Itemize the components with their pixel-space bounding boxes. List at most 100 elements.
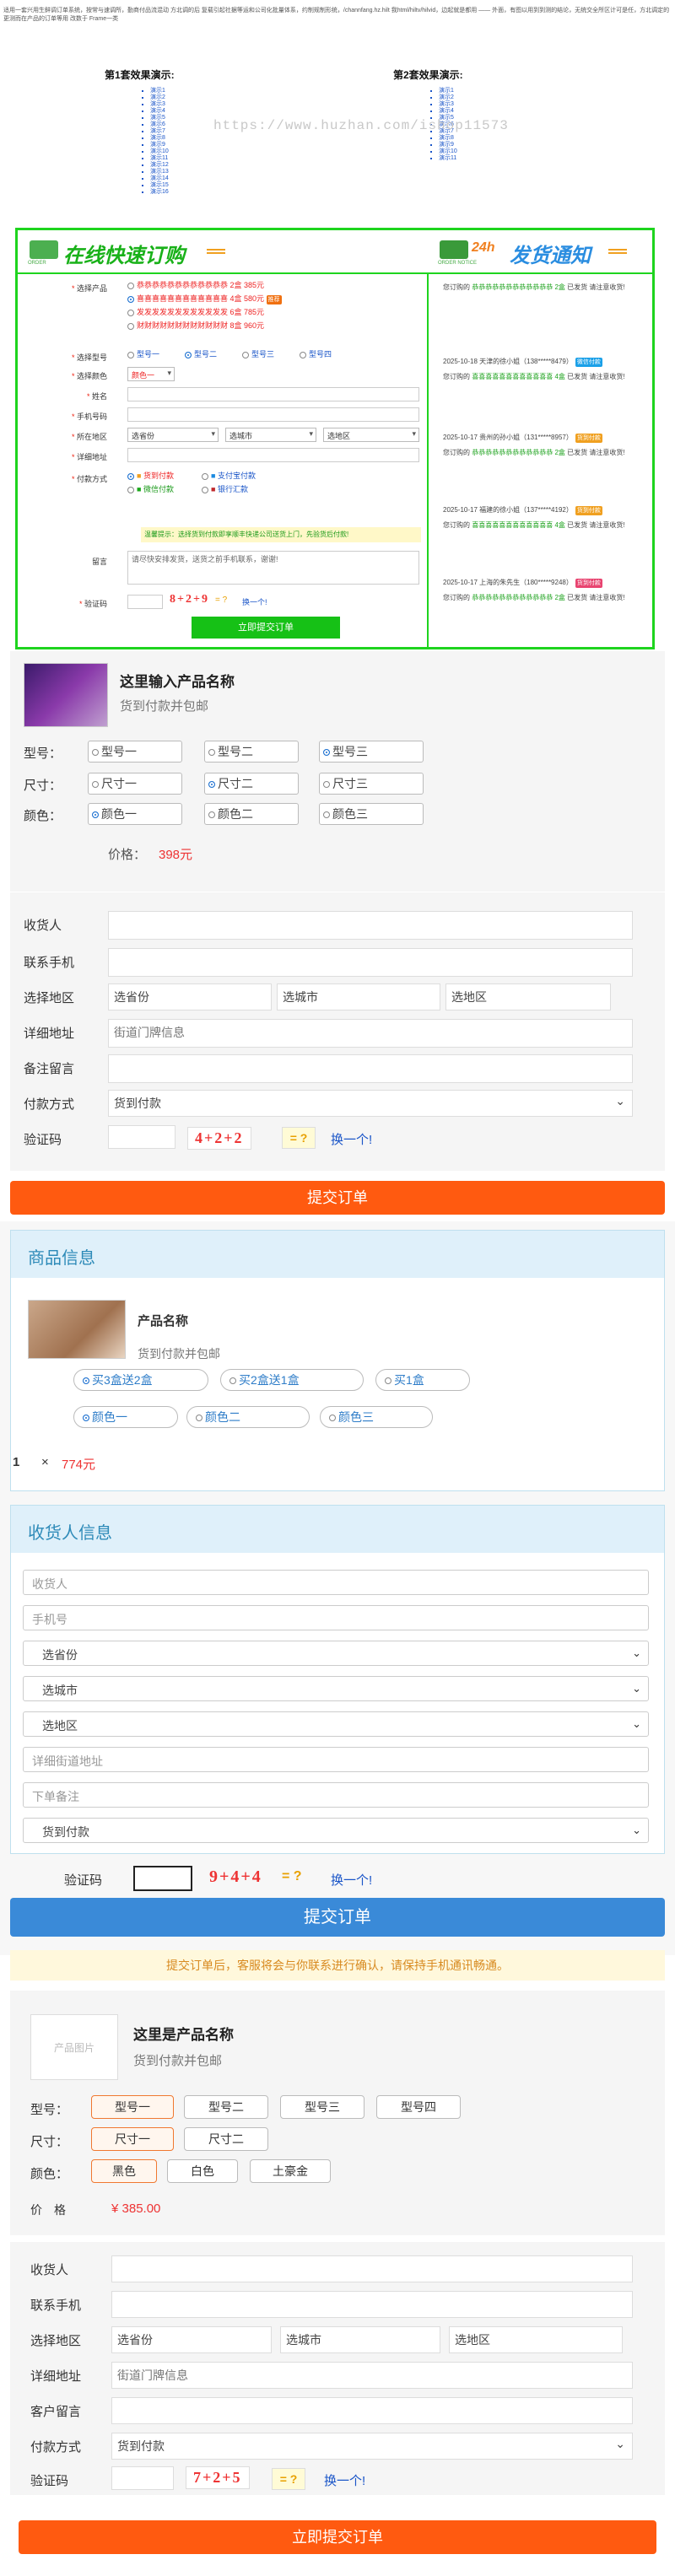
type-chip-1[interactable]: 型号一 [88,741,182,763]
address-input[interactable]: 街道门牌信息 [111,2362,633,2389]
color-option-3[interactable]: 颜色三 [320,1406,433,1428]
demo-link[interactable]: 演示11 [142,155,169,162]
product-option-4[interactable]: 财财财财财财财财财财财财 8盒 960元 [127,321,264,331]
demo-link[interactable]: 演示13 [142,169,169,175]
submit-button[interactable]: 立即提交订单 [19,2520,656,2554]
province-select[interactable]: 选省份 [127,428,219,442]
province-select[interactable]: 选省份 [111,2326,272,2353]
demo-link[interactable]: 演示5 [142,115,169,121]
province-select[interactable]: 选省份 ⌄ [23,1641,649,1666]
type-option-1[interactable]: 型号一 [127,350,159,359]
district-select[interactable]: 选地区 ⌄ [23,1711,649,1737]
size-chip-3[interactable]: 尺寸三 [319,773,424,795]
address-input[interactable]: 街道门牌信息 [108,1019,633,1048]
phone-input[interactable] [127,407,419,422]
demo-link[interactable]: 演示10 [430,148,457,155]
pay-wechat[interactable]: ■ 微信付款 [127,485,174,494]
demo-link[interactable]: 演示9 [430,142,457,148]
phone-input[interactable] [108,948,633,977]
captcha-refresh[interactable]: 换一个! [331,1130,372,1148]
color-chip-2[interactable]: 颜色二 [204,803,299,825]
note-input[interactable] [111,2397,633,2424]
color-option-3[interactable]: 土豪金 [250,2159,331,2183]
demo-link[interactable]: 演示2 [430,94,457,101]
color-chip-3[interactable]: 颜色三 [319,803,424,825]
name-input[interactable] [127,387,419,401]
demo-link[interactable]: 演示3 [142,101,169,108]
type-option-1[interactable]: 型号一 [91,2095,174,2119]
type-chip-2[interactable]: 型号二 [204,741,299,763]
set-option-2[interactable]: 买2盒送1盒 [220,1369,364,1391]
captcha-input[interactable] [133,1866,192,1891]
demo-link[interactable]: 演示15 [142,182,169,189]
type-option-2[interactable]: 型号二 [184,2095,268,2119]
color-option-1[interactable]: 颜色一 [73,1406,178,1428]
type-chip-3[interactable]: 型号三 [319,741,424,763]
captcha-input[interactable] [111,2466,174,2490]
note-textarea[interactable]: 请尽快安排发货，送货之前手机联系，谢谢! [127,551,419,585]
demo-link[interactable]: 演示12 [142,162,169,169]
product-option-3[interactable]: 发发发发发发发发发发发发 6盒 785元 [127,308,264,317]
type-option-4[interactable]: 型号四 [300,350,332,359]
name-input[interactable] [108,911,633,940]
size-option-2[interactable]: 尺寸二 [184,2127,268,2151]
size-chip-2[interactable]: 尺寸二 [204,773,299,795]
note-input[interactable]: 下单备注 [23,1782,649,1808]
demo-link[interactable]: 演示6 [142,121,169,128]
address-input[interactable]: 详细街道地址 [23,1747,649,1772]
pay-bank[interactable]: ■ 银行汇款 [202,485,248,494]
district-select[interactable]: 选地区 [446,984,611,1010]
pay-cod[interactable]: ■ 货到付款 [127,472,174,481]
set-option-1[interactable]: 买3盒送2盒 [73,1369,208,1391]
color-chip-1[interactable]: 颜色一 [88,803,182,825]
demo-link[interactable]: 演示1 [142,88,169,94]
demo-link[interactable]: 演示8 [142,135,169,142]
address-input[interactable] [127,448,419,462]
city-select[interactable]: 选城市 [225,428,316,442]
city-select[interactable]: 选城市 [280,2326,440,2353]
demo-link[interactable]: 演示14 [142,175,169,182]
captcha-refresh[interactable]: 换一个! [242,596,267,607]
type-option-3[interactable]: 型号三 [242,350,274,359]
pay-alipay[interactable]: ■ 支付宝付款 [202,472,256,481]
city-select[interactable]: 选城市 [277,984,440,1010]
pay-select[interactable]: 货到付款 ⌄ [108,1090,633,1117]
district-select[interactable]: 选地区 [449,2326,623,2353]
demo-link[interactable]: 演示16 [142,189,169,196]
demo-link[interactable]: 演示2 [142,94,169,101]
captcha-input[interactable] [127,595,163,609]
district-select[interactable]: 选地区 [323,428,419,442]
type-option-4[interactable]: 型号四 [376,2095,461,2119]
submit-button[interactable]: 提交订单 [10,1898,665,1937]
province-select[interactable]: 选省份 [108,984,272,1010]
pay-select[interactable]: 货到付款 ⌄ [111,2433,633,2460]
set-option-3[interactable]: 买1盒 [375,1369,470,1391]
demo-link[interactable]: 演示10 [142,148,169,155]
city-select[interactable]: 选城市 ⌄ [23,1676,649,1701]
product-option-1[interactable]: 恭恭恭恭恭恭恭恭恭恭恭恭 2盒 385元 [127,281,264,290]
color-option-1[interactable]: 黑色 [91,2159,157,2183]
captcha-refresh[interactable]: 换一个! [331,1871,372,1889]
note-textarea[interactable] [108,1054,633,1083]
demo-link[interactable]: 演示8 [430,135,457,142]
name-input[interactable] [111,2255,633,2282]
demo-link[interactable]: 演示9 [142,142,169,148]
captcha-refresh[interactable]: 换一个! [324,2471,365,2489]
phone-input[interactable] [111,2291,633,2318]
color-option-2[interactable]: 颜色二 [186,1406,310,1428]
demo-link[interactable]: 演示4 [142,108,169,115]
product-option-2[interactable]: 喜喜喜喜喜喜喜喜喜喜喜喜 4盒 580元 推荐 [127,294,282,304]
color-option-2[interactable]: 白色 [167,2159,238,2183]
type-option-2[interactable]: 型号二 [185,350,217,359]
demo-link[interactable]: 演示11 [430,155,457,162]
demo-link[interactable]: 演示7 [142,128,169,135]
name-input[interactable]: 收货人 [23,1570,649,1595]
size-option-1[interactable]: 尺寸一 [91,2127,174,2151]
color-select[interactable]: 颜色一 [127,367,175,381]
captcha-input[interactable] [108,1125,176,1149]
submit-button[interactable]: 立即提交订单 [192,617,340,639]
demo-link[interactable]: 演示4 [430,108,457,115]
phone-input[interactable]: 手机号 [23,1605,649,1630]
demo-link[interactable]: 演示3 [430,101,457,108]
demo-link[interactable]: 演示1 [430,88,457,94]
